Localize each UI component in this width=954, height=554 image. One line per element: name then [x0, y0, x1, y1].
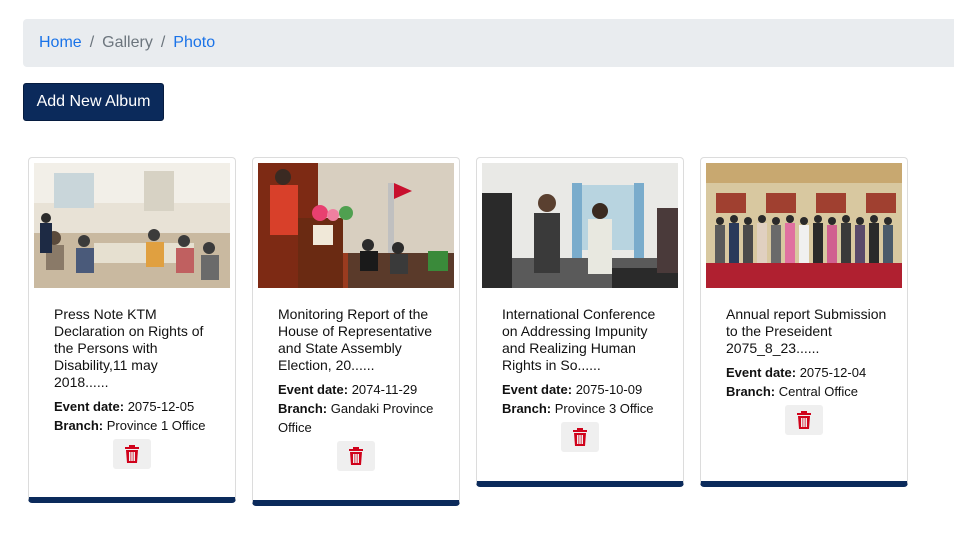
delete-album-button[interactable] — [337, 441, 375, 471]
album-photo-thumbnail[interactable] — [706, 163, 902, 288]
branch-line: Branch: Province 1 Office — [54, 416, 216, 435]
album-photo-thumbnail[interactable] — [258, 163, 454, 288]
event-date-value: 2075-12-04 — [799, 365, 867, 380]
event-date-label: Event date: — [502, 382, 573, 397]
breadcrumb-separator: / — [89, 34, 95, 51]
trash-icon — [125, 445, 139, 463]
event-date-label: Event date: — [726, 365, 797, 380]
breadcrumb-separator: / — [160, 34, 166, 51]
breadcrumb-home-link[interactable]: Home — [39, 34, 82, 52]
album-card: Annual report Submission to the Preseide… — [700, 157, 908, 487]
event-date-line: Event date: 2074-11-29 — [278, 380, 440, 399]
event-date-label: Event date: — [54, 399, 125, 414]
branch-label: Branch: — [278, 401, 328, 416]
branch-line: Branch: Province 3 Office — [502, 399, 664, 418]
album-title[interactable]: Press Note KTM Declaration on Rights of … — [54, 306, 216, 391]
branch-value: Province 1 Office — [106, 418, 206, 433]
event-date-line: Event date: 2075-10-09 — [502, 380, 664, 399]
event-date-line: Event date: 2075-12-04 — [726, 363, 888, 382]
branch-value: Central Office — [778, 384, 858, 399]
branch-label: Branch: — [54, 418, 104, 433]
event-date-value: 2075-12-05 — [127, 399, 195, 414]
album-card: Monitoring Report of the House of Repres… — [252, 157, 460, 506]
album-card: International Conference on Addressing I… — [476, 157, 684, 487]
album-card: Press Note KTM Declaration on Rights of … — [28, 157, 236, 503]
delete-album-button[interactable] — [785, 405, 823, 435]
album-title[interactable]: Monitoring Report of the House of Repres… — [278, 306, 440, 374]
event-date-line: Event date: 2075-12-05 — [54, 397, 216, 416]
branch-line: Branch: Gandaki Province Office — [278, 399, 440, 437]
event-date-value: 2075-10-09 — [575, 382, 643, 397]
branch-label: Branch: — [726, 384, 776, 399]
branch-line: Branch: Central Office — [726, 382, 888, 401]
event-date-value: 2074-11-29 — [351, 382, 418, 397]
album-photo-thumbnail[interactable] — [34, 163, 230, 288]
album-title[interactable]: Annual report Submission to the Preseide… — [726, 306, 888, 357]
breadcrumb: Home / Gallery / Photo — [23, 19, 954, 67]
delete-album-button[interactable] — [561, 422, 599, 452]
breadcrumb-photo-link[interactable]: Photo — [173, 34, 215, 52]
trash-icon — [573, 428, 587, 446]
breadcrumb-gallery: Gallery — [102, 34, 153, 51]
branch-label: Branch: — [502, 401, 552, 416]
album-title[interactable]: International Conference on Addressing I… — [502, 306, 664, 374]
album-photo-thumbnail[interactable] — [482, 163, 678, 288]
delete-album-button[interactable] — [113, 439, 151, 469]
trash-icon — [797, 411, 811, 429]
trash-icon — [349, 447, 363, 465]
event-date-label: Event date: — [278, 382, 349, 397]
branch-value: Province 3 Office — [554, 401, 654, 416]
add-new-album-button[interactable]: Add New Album — [23, 83, 164, 121]
